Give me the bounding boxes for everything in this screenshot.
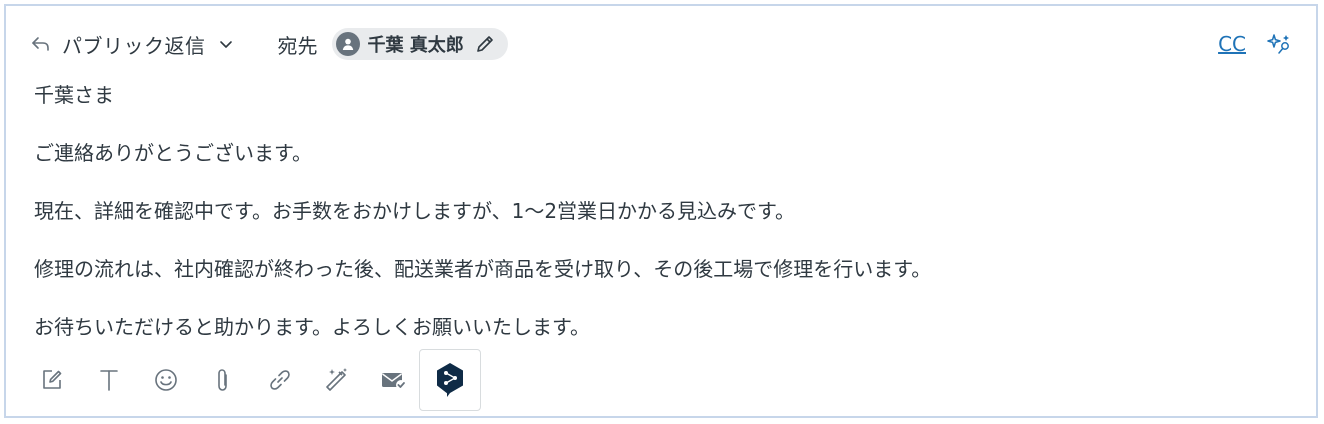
cc-link[interactable]: CC (1218, 32, 1246, 56)
deepl-button[interactable] (419, 349, 481, 411)
recipient-name: 千葉 真太郎 (367, 35, 464, 56)
message-body[interactable]: 千葉さま ご連絡ありがとうございます。 現在、詳細を確認中です。お手数をおかけし… (34, 78, 1294, 368)
chevron-down-icon[interactable] (218, 36, 234, 52)
attachment-icon[interactable] (201, 358, 245, 402)
reply-arrow-icon[interactable] (30, 33, 52, 55)
header-actions: CC (1218, 26, 1292, 62)
magic-wand-icon[interactable] (315, 358, 359, 402)
link-icon[interactable] (258, 358, 302, 402)
pencil-icon[interactable] (474, 33, 496, 55)
user-avatar-icon (335, 32, 360, 56)
to-label: 宛先 (277, 33, 318, 58)
process-line: 修理の流れは、社内確認が終わった後、配送業者が商品を受け取り、その後工場で修理を… (34, 257, 932, 281)
deepl-icon (435, 362, 465, 398)
recipient-chip[interactable]: 千葉 真太郎 (331, 28, 508, 60)
composer-header: パブリック返信 宛先 千葉 真太郎 CC (30, 26, 1300, 62)
status-line: 現在、詳細を確認中です。お手数をおかけしますが、1〜2営業日かかる見込みです。 (34, 199, 796, 223)
ai-sparkle-icon[interactable] (1266, 31, 1292, 57)
reply-composer: パブリック返信 宛先 千葉 真太郎 CC 千葉さま ご連絡ありがとうございます。… (4, 4, 1318, 418)
text-format-icon[interactable] (87, 358, 131, 402)
emoji-icon[interactable] (144, 358, 188, 402)
greeting-line: 千葉さま (34, 83, 114, 107)
composer-toolbar (30, 348, 481, 412)
compose-icon[interactable] (30, 358, 74, 402)
reply-type-selector[interactable]: パブリック返信 (62, 30, 206, 59)
email-check-icon[interactable] (372, 358, 416, 402)
thanks-line: ご連絡ありがとうございます。 (34, 141, 312, 165)
